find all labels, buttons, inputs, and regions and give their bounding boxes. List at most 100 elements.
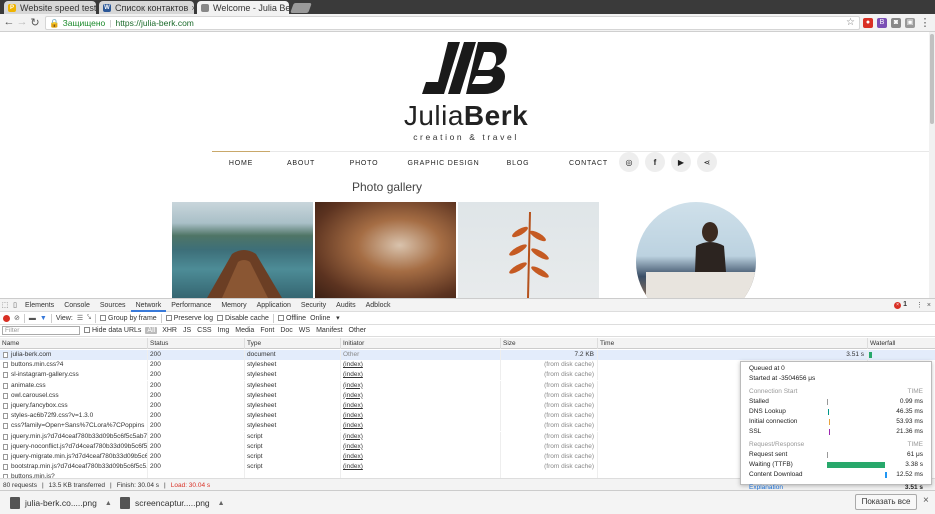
file-icon <box>3 464 8 471</box>
table-header: Name Status Type Initiator Size Time Wat… <box>0 338 935 349</box>
table-row[interactable]: julia-berk.com 200 document Other 7.2 KB 3.51… <box>0 350 935 361</box>
timing-label: Initial connection <box>749 418 798 425</box>
filter-type-ws[interactable]: WS <box>298 327 311 334</box>
devtools-tab-performance[interactable]: Performance <box>166 299 216 312</box>
throttling-value: Online <box>310 315 331 322</box>
nav-blog[interactable]: BLOG <box>491 152 545 176</box>
close-downloads-icon[interactable]: × <box>923 495 929 506</box>
devtools-tab-console[interactable]: Console <box>59 299 95 312</box>
hide-data-urls-label: Hide data URLs <box>92 327 142 334</box>
nav-about[interactable]: ABOUT <box>270 152 332 176</box>
devtools-tab-security[interactable]: Security <box>296 299 331 312</box>
forward-arrow-icon[interactable]: → <box>16 16 28 28</box>
devtools-tab-adblock[interactable]: Adblock <box>361 299 396 312</box>
browser-tab-julia-berk[interactable]: Welcome - Julia Be × <box>197 1 289 14</box>
devtools-tab-elements[interactable]: Elements <box>20 299 59 312</box>
new-tab-button[interactable] <box>290 3 312 13</box>
hide-data-urls-checkbox[interactable]: Hide data URLs <box>84 327 141 334</box>
close-tab-icon[interactable]: × <box>188 3 194 13</box>
youtube-icon[interactable]: ▶ <box>671 152 691 172</box>
gallery-title: Photo gallery <box>352 180 423 194</box>
group-by-frame-checkbox[interactable]: Group by frame <box>100 315 157 322</box>
chevron-up-icon[interactable]: ▲ <box>218 500 225 507</box>
cell-type: script <box>244 462 340 473</box>
chevron-up-icon[interactable]: ▲ <box>105 500 112 507</box>
waterfall-view-icon[interactable]: ⤥ <box>87 314 91 322</box>
column-header-status[interactable]: Status <box>147 338 244 349</box>
filter-type-manifest[interactable]: Manifest <box>315 327 343 334</box>
avatar-photo[interactable] <box>636 202 756 298</box>
devtools-tab-memory[interactable]: Memory <box>216 299 251 312</box>
error-count-badge[interactable]: × 1 <box>894 301 907 309</box>
column-header-initiator[interactable]: Initiator <box>340 338 500 349</box>
gallery-photo-autumn-leaf[interactable] <box>458 202 599 298</box>
cell-type: stylesheet <box>244 421 340 432</box>
cell-initiator: (index) <box>340 360 500 371</box>
gallery-photo-autumn-hand[interactable] <box>315 202 456 298</box>
inspect-element-icon[interactable]: ⬚ <box>0 299 10 312</box>
gallery-photo-lake-boat[interactable] <box>172 202 313 298</box>
back-arrow-icon[interactable]: ← <box>3 16 15 28</box>
reload-icon[interactable]: ↻ <box>29 16 41 29</box>
column-header-time[interactable]: Time <box>597 338 867 349</box>
column-header-waterfall[interactable]: Waterfall <box>867 338 935 349</box>
facebook-icon[interactable]: f <box>645 152 665 172</box>
devtools-tab-application[interactable]: Application <box>252 299 296 312</box>
bookmark-star-icon[interactable]: ☆ <box>846 17 855 28</box>
capture-screenshots-icon[interactable]: ▬ <box>29 315 36 322</box>
record-icon[interactable] <box>3 314 10 322</box>
instagram-icon[interactable]: ◎ <box>619 152 639 172</box>
brand-second: Berk <box>463 100 529 131</box>
offline-checkbox[interactable]: Offline <box>277 315 306 322</box>
column-header-size[interactable]: Size <box>500 338 597 349</box>
extension-icon[interactable]: ▣ <box>905 18 915 28</box>
devtools-tab-audits[interactable]: Audits <box>331 299 360 312</box>
devtools-menu[interactable]: ⋮ × <box>916 299 931 312</box>
nav-graphic-design[interactable]: GRAPHIC DESIGN <box>396 152 491 176</box>
cell-name: jquery-migrate.min.js?d7d4ceaf780b33d09b… <box>0 452 147 462</box>
filter-icon[interactable]: ▼ <box>40 315 47 322</box>
nav-home[interactable]: HOME <box>212 151 270 176</box>
filter-type-media[interactable]: Media <box>234 327 255 334</box>
extension-b-icon[interactable]: B <box>877 18 887 28</box>
page-scrollbar[interactable] <box>929 32 935 298</box>
device-toolbar-icon[interactable]: ▯ <box>10 299 20 312</box>
filter-type-doc[interactable]: Doc <box>279 327 293 334</box>
filter-type-xhr[interactable]: XHR <box>161 327 178 334</box>
column-header-name[interactable]: Name <box>0 338 147 349</box>
queued-at: Queued at 0 <box>749 365 785 372</box>
download-item[interactable]: screencaptur.....png ▲ <box>120 495 225 511</box>
browser-tab-contacts[interactable]: W Список контактов × <box>99 1 194 14</box>
clear-icon[interactable]: ⊘ <box>14 314 20 322</box>
cell-size: (from disk cache) <box>500 452 597 462</box>
download-item[interactable]: julia-berk.co.....png ▲ <box>10 495 112 511</box>
nav-photo[interactable]: PHOTO <box>332 152 396 176</box>
camera-icon[interactable]: ◙ <box>891 18 901 28</box>
devtools-tab-network[interactable]: Network <box>130 299 167 312</box>
menu-icon[interactable]: ⋮ <box>919 16 931 29</box>
large-rows-icon[interactable]: ☰ <box>77 314 83 322</box>
separator <box>272 313 274 323</box>
address-bar[interactable]: 🔒 Защищено | https://julia-berk.com ☆ <box>45 16 860 30</box>
filter-type-img[interactable]: Img <box>217 327 231 334</box>
devtools-tab-sources[interactable]: Sources <box>95 299 131 312</box>
filter-type-font[interactable]: Font <box>259 327 275 334</box>
secure-label: Защищено <box>62 18 106 28</box>
timing-bar <box>827 399 828 405</box>
scrollbar-thumb[interactable] <box>930 34 934 124</box>
throttling-select[interactable]: Online ▾ <box>310 314 340 322</box>
show-all-downloads-button[interactable]: Показать все <box>855 494 917 510</box>
preserve-log-checkbox[interactable]: Preserve log <box>165 315 213 322</box>
checkbox-box <box>100 314 107 321</box>
filter-type-all[interactable]: All <box>145 327 158 334</box>
share-icon[interactable]: ⋖ <box>697 152 717 172</box>
extension-icon[interactable]: ● <box>863 18 873 28</box>
column-header-type[interactable]: Type <box>244 338 340 349</box>
filter-input[interactable]: Filter <box>2 326 80 335</box>
filter-type-js[interactable]: JS <box>182 327 192 334</box>
filter-type-other[interactable]: Other <box>348 327 368 334</box>
browser-tab-speed-test[interactable]: P Website speed test × <box>4 1 96 14</box>
disable-cache-checkbox[interactable]: Disable cache <box>216 315 269 322</box>
filter-type-css[interactable]: CSS <box>196 327 212 334</box>
waterfall-bar[interactable] <box>869 352 872 358</box>
